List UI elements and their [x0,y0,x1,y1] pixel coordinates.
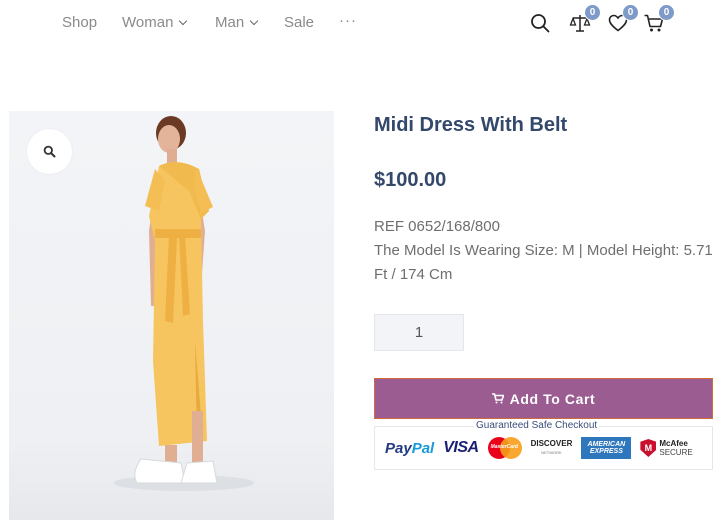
mcafee-text-1: McAfee [659,439,688,448]
add-to-cart-button[interactable]: Add To Cart [374,378,713,419]
product-price: $100.00 [374,169,447,191]
mcafee-text-2: SECURE [659,448,693,457]
nav-item-man[interactable]: Man [215,14,259,31]
wishlist-count-badge: 0 [622,4,639,21]
search-icon [43,145,56,158]
paypal-text-2: Pal [411,439,435,457]
cart-icon [491,393,504,404]
nav-item-label: Shop [62,14,98,31]
cart-button[interactable]: 0 [643,4,675,34]
nav-item-label: Sale [284,14,315,31]
product-image[interactable] [9,111,334,520]
nav-more-button[interactable]: ··· [339,12,357,29]
product-ref: REF 0652/168/800 [374,218,500,235]
add-to-cart-label: Add To Cart [509,390,596,407]
amex-text-1: AMERICAN [587,441,626,448]
search-button[interactable] [529,12,551,34]
discover-text: DISCOVER [530,439,573,448]
shield-icon: M [640,439,657,457]
mastercard-logo: MasterCard [487,437,522,459]
payment-methods: PayPal VISA MasterCard DISCOVER NETWORK … [374,426,713,470]
nav-item-label: Woman [122,14,174,31]
nav-item-sale[interactable]: Sale [284,14,314,31]
safe-checkout-label: Guaranteed Safe Checkout [474,420,600,431]
amex-logo: AMERICAN EXPRESS [581,437,632,459]
nav-item-woman[interactable]: Woman [122,14,188,31]
model-info: The Model Is Wearing Size: M | Model Hei… [374,242,713,283]
quantity-input[interactable]: 1 [374,314,464,351]
wishlist-button[interactable]: 0 [607,4,639,34]
product-description: REF 0652/168/800 The Model Is Wearing Si… [374,215,714,287]
mastercard-text: MasterCard [490,444,519,450]
chevron-down-icon [249,16,259,26]
discover-logo: DISCOVER NETWORK [531,439,573,457]
paypal-text-1: Pay [385,439,412,457]
nav-item-label: ··· [339,12,357,29]
nav-item-shop[interactable]: Shop [62,14,97,31]
visa-logo: VISA [443,439,479,456]
product-title: Midi Dress With Belt [374,114,568,136]
compare-button[interactable]: 0 [569,4,601,34]
discover-subtext: NETWORK [541,450,562,455]
quantity-value: 1 [414,324,424,341]
nav-item-label: Man [215,14,245,31]
paypal-logo: PayPal [385,440,434,457]
search-icon [531,14,550,33]
compare-count-badge: 0 [584,4,601,21]
mcafee-logo: M McAfee SECURE [640,439,693,457]
cart-count-badge: 0 [658,4,675,21]
amex-text-2: EXPRESS [589,448,623,455]
main-navigation: Shop Woman Man Sale ··· 0 0 0 [0,0,725,46]
zoom-button[interactable] [27,129,72,174]
chevron-down-icon [179,16,188,26]
